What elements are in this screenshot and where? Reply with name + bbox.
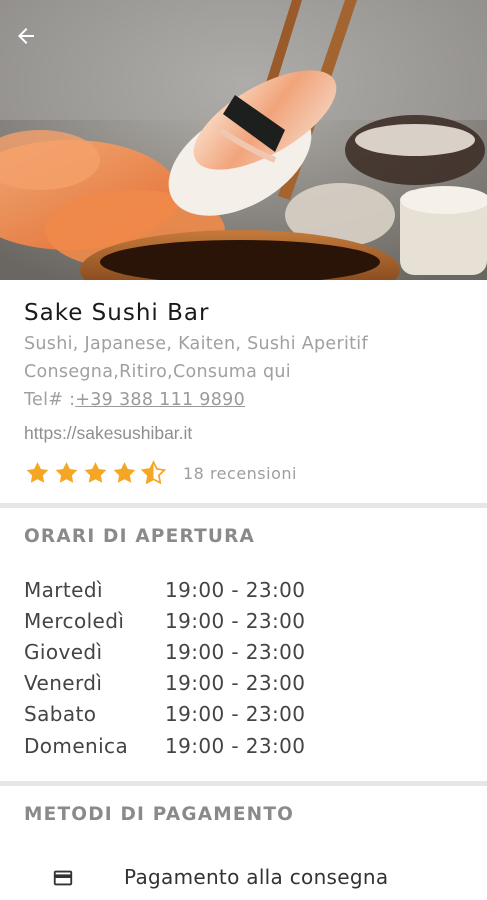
reviews-count[interactable]: 18 recensioni (183, 464, 297, 483)
phone-prefix: Tel# : (24, 390, 76, 410)
phone-row: Tel# :+39 388 111 9890 (24, 390, 245, 410)
phone-link[interactable]: +39 388 111 9890 (75, 390, 245, 410)
hours-day: Mercoledì (24, 608, 125, 633)
payment-method-label: Pagamento alla consegna (124, 865, 389, 889)
hours-row: Domenica 19:00 - 23:00 (24, 730, 305, 761)
hours-day: Venerdì (24, 671, 103, 696)
star-full-icon (55, 462, 78, 483)
hours-time: 19:00 - 23:00 (165, 671, 306, 696)
hours-row: Venerdì 19:00 - 23:00 (24, 668, 305, 699)
restaurant-services: Consegna,Ritiro,Consuma qui (24, 362, 291, 382)
arrow-left-icon (18, 28, 34, 44)
restaurant-name: Sake Sushi Bar (24, 300, 210, 326)
restaurant-categories: Sushi, Japanese, Kaiten, Sushi Aperitif (24, 334, 368, 354)
hours-time: 19:00 - 23:00 (165, 577, 306, 602)
hours-time: 19:00 - 23:00 (165, 733, 306, 758)
payment-methods-title: METODI DI PAGAMENTO (24, 804, 295, 825)
hours-row: Martedì 19:00 - 23:00 (24, 574, 305, 605)
star-half-icon (140, 460, 167, 485)
hours-day: Domenica (24, 733, 129, 758)
rating-row: 18 recensioni (24, 460, 297, 486)
back-button[interactable] (14, 24, 54, 60)
sushi-photo (0, 0, 487, 280)
star-full-icon (26, 462, 49, 483)
star-full-icon (113, 462, 136, 483)
credit-card-icon (53, 870, 73, 886)
hours-day: Martedì (24, 577, 103, 602)
hours-row: Mercoledì 19:00 - 23:00 (24, 605, 305, 636)
hours-row: Sabato 19:00 - 23:00 (24, 699, 305, 730)
hours-time: 19:00 - 23:00 (165, 702, 306, 727)
hours-time: 19:00 - 23:00 (165, 639, 306, 664)
section-divider (0, 781, 487, 786)
website-link[interactable]: https://sakesushibar.it (24, 423, 192, 444)
hours-day: Sabato (24, 702, 97, 727)
star-full-icon (84, 462, 107, 483)
hours-row: Giovedì 19:00 - 23:00 (24, 636, 305, 667)
payment-method-item: Pagamento alla consegna (0, 858, 487, 898)
hero-image (0, 0, 487, 280)
opening-hours-title: ORARI DI APERTURA (24, 526, 256, 547)
hours-time: 19:00 - 23:00 (165, 608, 306, 633)
opening-hours-list: Martedì 19:00 - 23:00 Mercoledì 19:00 - … (24, 574, 305, 761)
hours-day: Giovedì (24, 639, 103, 664)
section-divider (0, 503, 487, 508)
